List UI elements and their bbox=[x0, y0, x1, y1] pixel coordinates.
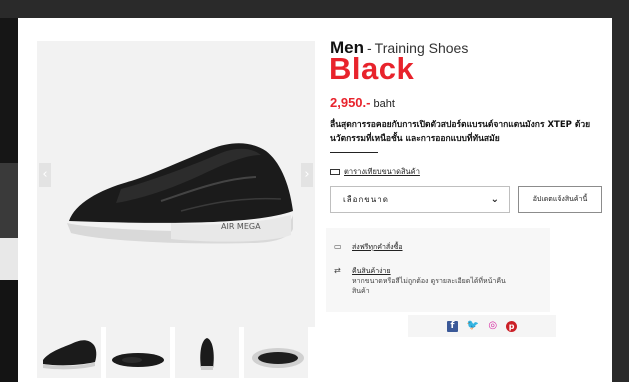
truck-icon: ▭ bbox=[334, 242, 342, 251]
thumbnail-sole-view[interactable] bbox=[106, 314, 170, 378]
shipping-link[interactable]: ส่งฟรีทุกคำสั่งซื้อ bbox=[352, 242, 403, 252]
background-right bbox=[612, 18, 629, 382]
instagram-icon[interactable]: ◎ bbox=[488, 320, 497, 332]
gallery-prev-button[interactable]: ‹ bbox=[39, 163, 51, 187]
gallery-next-button[interactable]: › bbox=[301, 163, 313, 187]
background-left bbox=[0, 238, 18, 280]
divider bbox=[330, 152, 378, 153]
social-share-bar: f 🐦 ◎ p bbox=[408, 315, 556, 337]
returns-link[interactable]: คืนสินค้าง่าย bbox=[352, 266, 522, 276]
product-card: AIR MEGA ‹ › Men-Training Shoes Black bbox=[18, 18, 612, 382]
product-main-image: AIR MEGA ‹ › bbox=[37, 41, 315, 327]
perk-shipping: ▭ ส่งฟรีทุกคำสั่งซื้อ bbox=[334, 242, 403, 252]
background-left bbox=[0, 18, 18, 163]
notify-button[interactable]: อัปเดตแจ้งสินค้านี้ bbox=[518, 186, 602, 213]
product-price-row: 2,950.- baht bbox=[330, 92, 395, 111]
ruler-icon bbox=[330, 169, 340, 175]
size-select-value: เลือกขนาด bbox=[343, 195, 389, 204]
thumbnail-back-view[interactable] bbox=[175, 314, 239, 378]
shoe-image: AIR MEGA bbox=[67, 143, 293, 244]
pinterest-icon[interactable]: p bbox=[506, 320, 518, 332]
returns-note: หากขนาดหรือสีไม่ถูกต้อง ดูรายละเอียดได้ท… bbox=[352, 277, 506, 295]
chevron-down-icon: ⌄ bbox=[490, 194, 499, 205]
size-select[interactable]: เลือกขนาด ⌄ bbox=[330, 186, 510, 213]
product-description: ลื่นสุดการรอคอยกับการเปิดตัวสปอร์ตแบรนด์… bbox=[330, 120, 591, 144]
thumbnail-bottom-view[interactable] bbox=[244, 314, 308, 378]
size-guide-link[interactable]: ตารางเทียบขนาดสินค้า bbox=[330, 166, 420, 178]
size-guide-label: ตารางเทียบขนาดสินค้า bbox=[344, 167, 420, 176]
background-left bbox=[0, 280, 18, 382]
shoe-brand-text: AIR MEGA bbox=[221, 222, 261, 231]
twitter-icon[interactable]: 🐦 bbox=[467, 320, 479, 332]
thumbnail-side-view[interactable] bbox=[37, 314, 101, 378]
product-currency: baht bbox=[373, 98, 395, 110]
perk-returns: ⇄ คืนสินค้าง่าย หากขนาดหรือสีไม่ถูกต้อง … bbox=[334, 266, 522, 296]
background-left bbox=[0, 163, 18, 238]
perks-box: ▭ ส่งฟรีทุกคำสั่งซื้อ ⇄ คืนสินค้าง่าย หา… bbox=[326, 228, 550, 312]
background-top bbox=[0, 0, 629, 18]
facebook-icon[interactable]: f bbox=[446, 320, 458, 332]
product-price: 2,950.- bbox=[330, 95, 371, 110]
return-icon: ⇄ bbox=[334, 266, 341, 275]
product-color-name: Black bbox=[329, 51, 415, 86]
